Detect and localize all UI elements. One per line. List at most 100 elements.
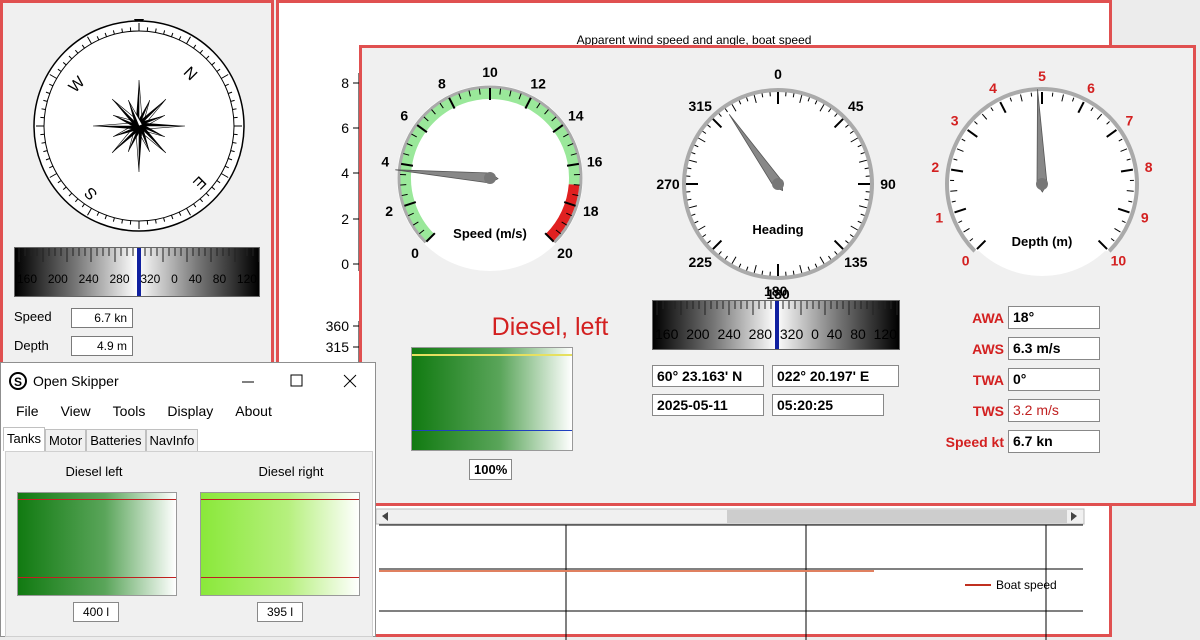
open-skipper-window: S Open Skipper File View Tools Display A… [0,362,376,637]
depth-tick-label: 8 [1145,159,1153,175]
compass-heading-tape: 16020024028032004080120 [14,247,260,297]
tape-label: 200 [686,326,709,342]
menu-bar: File View Tools Display About [1,400,279,422]
menu-file[interactable]: File [1,400,46,422]
tank-right-title: Diesel right [211,464,371,479]
depth-tick-label: 2 [931,159,939,175]
tape-label: 40 [827,326,843,342]
heading-tick-label: 315 [689,98,713,114]
depth-tick-label: 4 [989,80,997,96]
depth-tick-label: 9 [1141,209,1149,225]
speed-gauge-label: Speed (m/s) [453,226,527,241]
depth-gauge-label: Depth (m) [1012,234,1073,249]
tank-left-gauge [17,492,177,596]
y-tick-label: 8 [341,75,349,91]
tape-label: 200 [48,272,68,286]
tape-label: 160 [655,326,678,342]
readout-label: TWS [922,403,1004,419]
minimize-icon[interactable] [241,375,255,389]
y-tick-label: 4 [341,165,349,181]
y-tick-label: 315 [326,339,350,355]
y-tick-label: 0 [341,256,349,272]
tab-strip: Tanks Motor Batteries NavInfo [3,429,198,453]
depth-tick-label: 10 [1111,252,1127,268]
tape-label: 0 [811,326,819,342]
depth-tick-label: 0 [962,252,970,268]
tape-label: 280 [749,326,772,342]
tape-label: 160 [17,272,37,286]
readout-label: AWA [922,310,1004,326]
depth-label: Depth [14,338,49,353]
app-logo-icon: S [8,371,28,391]
heading-tick-label: 0 [774,66,782,82]
readout-value: 0° [1008,368,1100,391]
heading-tick-label: 135 [844,254,868,270]
readout-value: 18° [1008,306,1100,329]
speed-tick-label: 12 [530,76,546,92]
tank-right-gauge [200,492,360,596]
readout-label: AWS [922,341,1004,357]
tape-label: 280 [109,272,129,286]
y-tick-label: 6 [341,120,349,136]
svg-text:S: S [14,375,22,389]
tape-label: 320 [780,326,803,342]
title-bar: S Open Skipper [1,363,375,397]
time: 05:20:25 [772,394,884,416]
menu-view[interactable]: View [46,400,98,422]
heading-tick-label: 270 [656,176,680,192]
tape-label: 0 [171,272,178,286]
speed-value: 6.7 kn [71,308,133,328]
heading-gauge-label: Heading [752,222,803,237]
tank-percent: 100% [469,459,512,480]
latitude: 60° 23.163' N [652,365,764,387]
tape-label: 320 [140,272,160,286]
heading-tick-label: 225 [689,254,713,270]
y-tick-label: 360 [326,318,350,334]
heading-tape-label: 180 [764,283,787,299]
speed-label: Speed [14,309,52,324]
tape-label: 240 [717,326,740,342]
menu-tools[interactable]: Tools [98,400,153,422]
compass-window: N E S W 16020024028032004080120 Speed 6.… [0,0,274,372]
tanks-panel: Diesel left 400 l Diesel right 395 l [5,451,373,637]
depth-tick-label: 7 [1125,113,1133,129]
depth-tick-label: 3 [951,113,959,129]
menu-display[interactable]: Display [152,400,220,422]
menu-about[interactable]: About [220,400,279,422]
longitude: 022° 20.197' E [772,365,899,387]
heading-tape: 160 200 240 280 320 0 40 80 120 [652,300,900,350]
speed-tick-label: 8 [438,76,446,92]
speed-tick-label: 16 [587,153,603,169]
readout-value: 6.7 kn [1008,430,1100,453]
tank-title: Diesel, left [410,313,690,342]
depth-tick-label: 1 [935,209,943,225]
depth-tick-label: 6 [1087,80,1095,96]
tape-label: 120 [874,326,897,342]
maximize-icon[interactable] [290,374,304,388]
speed-tick-label: 10 [482,64,498,80]
y-tick-label: 2 [341,211,349,227]
tank-left-title: Diesel left [14,464,174,479]
speed-tick-label: 6 [400,108,408,124]
heading-tick-label: 90 [880,176,896,192]
tab-batteries[interactable]: Batteries [86,429,145,453]
speed-tick-label: 20 [557,245,573,261]
tape-label: 80 [850,326,866,342]
window-title: Open Skipper [33,373,119,389]
speed-tick-label: 14 [568,108,584,124]
legend-boat-speed: Boat speed [996,578,1057,592]
close-icon[interactable] [343,374,357,388]
tab-motor[interactable]: Motor [45,429,86,453]
readout-value: 6.3 m/s [1008,337,1100,360]
tape-label: 40 [189,272,202,286]
speed-tick-label: 4 [381,153,389,169]
speed-tick-label: 18 [583,203,599,219]
readout-label: TWA [922,372,1004,388]
tab-tanks[interactable]: Tanks [3,427,45,451]
speed-tick-label: 0 [411,245,419,261]
tape-label: 80 [213,272,226,286]
tape-label: 120 [237,272,257,286]
tab-navinfo[interactable]: NavInfo [146,429,199,453]
scrollbar-thumb[interactable] [727,510,1067,523]
tank-left-value: 400 l [73,602,119,622]
